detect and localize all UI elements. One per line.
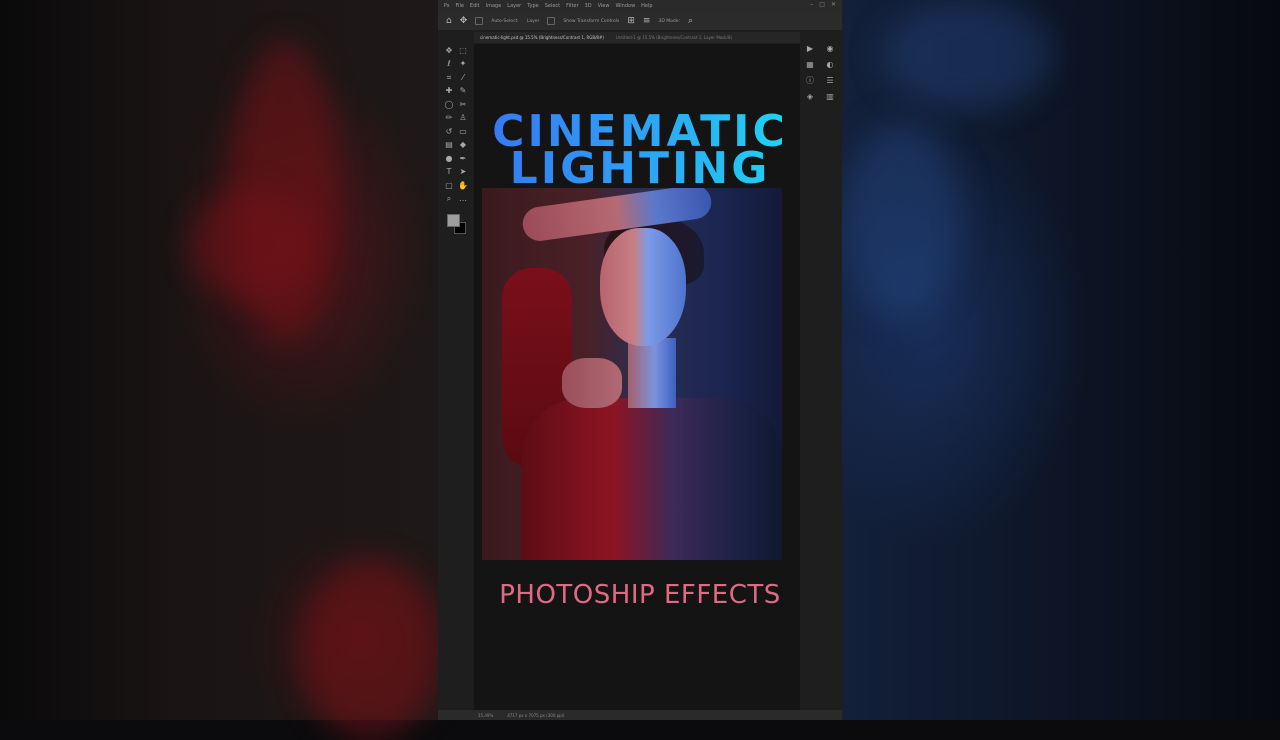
move-tool-icon[interactable]: ✥ (460, 16, 468, 26)
play-icon[interactable]: ▶ (807, 44, 813, 53)
blurred-background-right (842, 0, 1280, 720)
options-bar: ⌂ ✥ Auto-Select: Layer Show Transform Co… (438, 12, 842, 30)
layers-icon[interactable]: ◈ (807, 92, 813, 101)
layer-select[interactable]: Layer (527, 19, 540, 24)
blurred-background-left (0, 0, 440, 740)
zoom-icon[interactable]: ⌕ (447, 195, 451, 203)
zoom-level[interactable]: 15.49% (478, 713, 493, 718)
photoshop-window: Ps File Edit Image Layer Type Select Fil… (438, 0, 842, 720)
ellipse-icon[interactable]: ◯ (445, 100, 454, 109)
tab-document-inactive[interactable]: Untitled-1 @ 15.5% (Brightness/Contrast … (610, 35, 738, 40)
menu-bar: Ps File Edit Image Layer Type Select Fil… (438, 0, 842, 12)
marquee-icon[interactable]: ⬚ (459, 46, 467, 55)
transform-controls-label: Show Transform Controls (563, 18, 620, 24)
photo-face (600, 228, 686, 346)
menu-3d[interactable]: 3D (585, 3, 592, 9)
photo-hand (562, 358, 622, 408)
search-icon[interactable]: ⌕ (688, 16, 693, 26)
document-tabs: cinematic-light.psd @ 15.5% (Brightness/… (474, 32, 800, 43)
3d-mode-label: 3D Mode: (658, 18, 681, 24)
lasso-icon[interactable]: ℓ (447, 60, 450, 68)
title-line-2: LIGHTING (438, 147, 842, 191)
auto-select-checkbox[interactable] (475, 17, 484, 25)
maximize-icon[interactable]: □ (819, 1, 825, 8)
window-controls: – □ ✕ (810, 1, 836, 8)
menu-type[interactable]: Type (527, 3, 538, 9)
right-panel-icons: ▶ ◉ ▦ ◐ ⓘ ☰ ◈ ▥ (800, 40, 840, 120)
blurred-body-shape (300, 560, 440, 740)
minimize-icon[interactable]: – (810, 1, 813, 8)
scissors-icon[interactable]: ✂ (460, 100, 467, 109)
menu-select[interactable]: Select (545, 3, 560, 9)
properties-icon[interactable]: ☰ (826, 76, 833, 85)
blurred-arm-shape (190, 190, 310, 300)
channels-icon[interactable]: ▥ (826, 92, 834, 101)
document-dimensions: 4717 px x 7075 px (300 ppi) (507, 712, 565, 718)
healing-icon[interactable]: ✚ (446, 87, 453, 95)
photo-neck (628, 338, 676, 408)
menu-image[interactable]: Image (486, 3, 502, 9)
crop-icon[interactable]: ⌗ (447, 73, 452, 82)
status-bar: 15.49% 4717 px x 7075 px (300 ppi) (438, 710, 842, 720)
foreground-color-swatch[interactable] (447, 214, 460, 227)
color-wheel-icon[interactable]: ◉ (827, 44, 834, 53)
subtitle: PHOTOSHIP EFFECTS (499, 580, 781, 610)
swatches-icon[interactable]: ▦ (806, 60, 814, 69)
menu-window[interactable]: Window (615, 3, 635, 9)
menu-edit[interactable]: Edit (470, 3, 480, 9)
blurred-hair-shape (882, 0, 1052, 110)
blurred-ear-shape (842, 120, 962, 320)
magic-wand-icon[interactable]: ✦ (460, 60, 467, 68)
menu-help[interactable]: Help (641, 3, 652, 9)
menu-file[interactable]: File (456, 3, 464, 9)
move-icon[interactable]: ✥ (446, 46, 453, 55)
more-tools-icon[interactable]: … (459, 195, 467, 203)
menu-view[interactable]: View (598, 3, 610, 9)
tab-document-active[interactable]: cinematic-light.psd @ 15.5% (Brightness/… (474, 35, 610, 40)
photo-body (522, 398, 782, 560)
auto-select-label: Auto-Select: (491, 18, 519, 24)
menu-layer[interactable]: Layer (507, 3, 521, 9)
close-icon[interactable]: ✕ (831, 1, 836, 8)
align-icon[interactable]: ⊞ (627, 16, 635, 26)
adjustments-icon[interactable]: ◐ (827, 60, 834, 69)
home-icon[interactable]: ⌂ (446, 16, 452, 26)
menu-filter[interactable]: Filter (566, 3, 578, 9)
portrait-photo (482, 188, 782, 560)
eyedropper-icon[interactable]: ⁄ (462, 73, 463, 82)
distribute-icon[interactable]: ≡ (643, 16, 651, 26)
info-icon[interactable]: ⓘ (806, 75, 814, 86)
brush-icon[interactable]: ✎ (460, 87, 467, 95)
menu-ps-logo[interactable]: Ps (444, 3, 450, 9)
transform-checkbox[interactable] (547, 17, 556, 25)
